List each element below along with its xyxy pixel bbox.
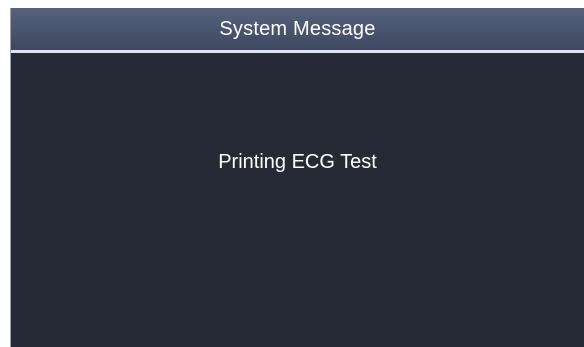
dialog-message: Printing ECG Test bbox=[218, 151, 377, 173]
dialog-body: Printing ECG Test bbox=[11, 53, 584, 347]
dialog-title: System Message bbox=[219, 18, 376, 40]
dialog-title-bar: System Message bbox=[11, 8, 584, 53]
system-message-dialog: System Message Printing ECG Test bbox=[10, 8, 584, 347]
